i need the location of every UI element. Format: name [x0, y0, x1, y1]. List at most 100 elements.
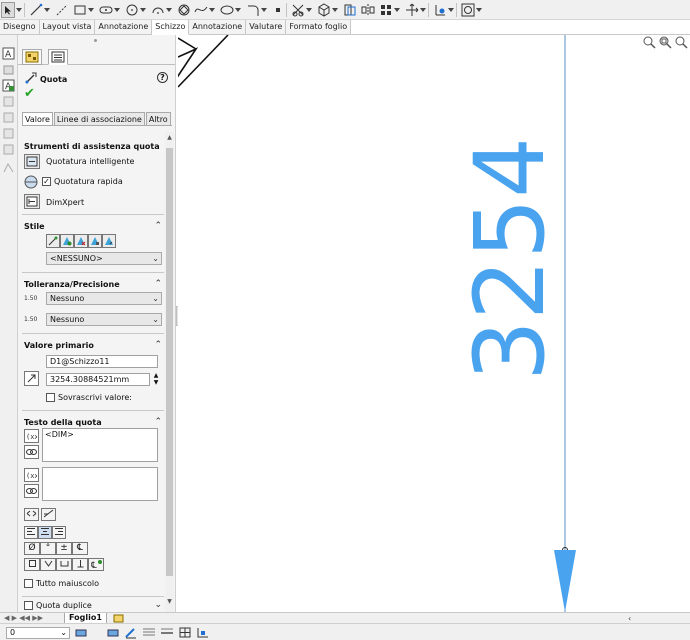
trim-button[interactable]	[290, 2, 306, 18]
style-apply-icon[interactable]	[46, 234, 60, 248]
text-below-link-icon[interactable]	[24, 484, 39, 498]
collapse-chevron-icon[interactable]: ⌃	[154, 221, 162, 231]
smart-dimension-icon[interactable]	[24, 154, 40, 169]
circle-dropdown[interactable]	[140, 6, 146, 14]
eraser-icon[interactable]	[74, 626, 88, 639]
text-above-icon[interactable]: (xx)	[24, 429, 39, 443]
help-icon[interactable]: ?	[157, 72, 168, 83]
rectangle-button[interactable]	[72, 2, 88, 18]
zoom-to-fit-icon[interactable]	[642, 35, 656, 49]
arc-dropdown[interactable]	[166, 6, 172, 14]
precision-select[interactable]: Nessuno ⌄	[46, 313, 162, 326]
tutto-maiuscolo-checkbox[interactable]	[24, 579, 33, 588]
expand-chevron-icon[interactable]: ⌄	[154, 600, 162, 610]
more-symbols-icon[interactable]: ℄	[88, 558, 104, 571]
style-select[interactable]: <NESSUNO> ⌄	[46, 252, 162, 265]
collapse-chevron-icon[interactable]: ⌃	[154, 417, 162, 427]
tab-annotazione[interactable]: Annotazione	[95, 20, 153, 35]
point-button[interactable]	[272, 2, 284, 18]
justify-left-icon[interactable]	[24, 526, 38, 539]
circle-button[interactable]	[124, 2, 140, 18]
centerline-button[interactable]	[54, 2, 70, 18]
select-arrow-button[interactable]	[1, 2, 15, 18]
justify-right-icon[interactable]	[52, 526, 66, 539]
line-style-icon[interactable]	[142, 626, 156, 639]
move-entities-button[interactable]	[404, 2, 420, 18]
quotatura-rapida-checkbox[interactable]: ✓	[42, 177, 51, 186]
scroll-thumb[interactable]	[166, 148, 173, 576]
tab-altro[interactable]: Altro	[145, 112, 171, 126]
spline-button[interactable]	[193, 2, 209, 18]
layer-icon[interactable]: A	[2, 79, 15, 92]
tab-valore[interactable]: Valore	[22, 112, 53, 126]
style-save-icon[interactable]	[88, 234, 102, 248]
add-parentheses-icon[interactable]	[24, 508, 39, 521]
scroll-up-icon[interactable]: ▲	[166, 134, 173, 141]
symbol-diameter-button[interactable]: Ø	[24, 542, 40, 555]
balloon-icon[interactable]	[2, 161, 15, 174]
tab-linee-associazione[interactable]: Linee di associazione	[53, 112, 145, 126]
quota-duplice-checkbox[interactable]	[24, 601, 33, 610]
value-spinner[interactable]: ▲ ▼	[152, 372, 160, 387]
dimension-value-text[interactable]: 3254	[454, 137, 566, 381]
mirror-button[interactable]	[360, 2, 376, 18]
layer-properties-icon[interactable]	[196, 626, 210, 639]
drawing-canvas[interactable]: 3254	[178, 35, 690, 612]
dimension-text-above[interactable]: <DIM>	[42, 428, 158, 462]
quick-snaps-button[interactable]	[460, 2, 476, 18]
ellipse-button[interactable]	[219, 2, 235, 18]
polygon-button[interactable]	[176, 2, 192, 18]
slot-dropdown[interactable]	[114, 6, 120, 14]
ok-check-button[interactable]: ✔	[24, 87, 35, 101]
countersink-icon[interactable]	[40, 558, 56, 571]
view-tools-icon[interactable]	[674, 35, 688, 49]
fillet-button[interactable]	[245, 2, 261, 18]
dimension-arrowhead[interactable]	[554, 550, 576, 612]
zoom-area-icon[interactable]	[658, 35, 672, 49]
collapse-chevron-icon[interactable]: ⌃	[154, 279, 162, 289]
dimxpert-icon[interactable]	[24, 194, 40, 209]
symbol-plusminus-button[interactable]: ±	[56, 542, 72, 555]
convert-dropdown[interactable]	[332, 6, 338, 14]
relations-dropdown[interactable]	[448, 6, 454, 14]
feature-icon[interactable]	[2, 63, 15, 76]
justify-center-icon[interactable]	[38, 526, 52, 539]
line-dropdown[interactable]	[44, 6, 50, 14]
dimension-text-below[interactable]	[42, 467, 158, 501]
dimxpert-label[interactable]: DimXpert	[46, 198, 84, 207]
property-scrollbar[interactable]: ▲ ▼	[165, 132, 174, 612]
inspection-dimension-icon[interactable]	[41, 508, 56, 521]
view-icon[interactable]	[2, 95, 15, 108]
tab-valutare[interactable]: Valutare	[246, 20, 287, 35]
eraser-2-icon[interactable]	[106, 626, 120, 639]
tab-disegno[interactable]: Disegno	[0, 20, 40, 35]
dimension-name-input[interactable]: D1@Schizzo11	[46, 355, 158, 368]
convert-entities-button[interactable]	[316, 2, 332, 18]
tolerance-select[interactable]: Nessuno ⌄	[46, 292, 162, 305]
select-dropdown[interactable]	[16, 6, 22, 14]
tab-layout-vista[interactable]: Layout vista	[39, 20, 96, 35]
line-button[interactable]	[28, 2, 44, 18]
line-thickness-icon[interactable]	[160, 626, 174, 639]
text-link-icon[interactable]	[24, 445, 39, 459]
ellipse-dropdown[interactable]	[235, 6, 241, 14]
snaps-dropdown[interactable]	[476, 6, 482, 14]
dimension-value-input[interactable]: 3254.30884521mm	[46, 373, 150, 386]
slot-button[interactable]	[98, 2, 114, 18]
note-icon[interactable]	[2, 127, 15, 140]
move-dropdown[interactable]	[420, 6, 426, 14]
counterbore-icon[interactable]	[56, 558, 72, 571]
style-add-icon[interactable]	[60, 234, 74, 248]
depth-icon[interactable]	[72, 558, 88, 571]
linear-pattern-button[interactable]	[378, 2, 394, 18]
square-symbol-icon[interactable]	[24, 558, 40, 571]
tab-schizzo[interactable]: Schizzo	[152, 20, 190, 35]
pattern-dropdown[interactable]	[394, 6, 400, 14]
tab-annotazione-2[interactable]: Annotazione	[189, 20, 247, 35]
scroll-left-icon[interactable]: ‹	[628, 614, 631, 623]
property-manager-tab[interactable]	[48, 49, 68, 65]
sovrascrivi-checkbox[interactable]	[46, 393, 55, 402]
trim-dropdown[interactable]	[306, 6, 312, 14]
sheet-icon[interactable]	[2, 111, 15, 124]
quotatura-intelligente-label[interactable]: Quotatura intelligente	[46, 157, 134, 166]
